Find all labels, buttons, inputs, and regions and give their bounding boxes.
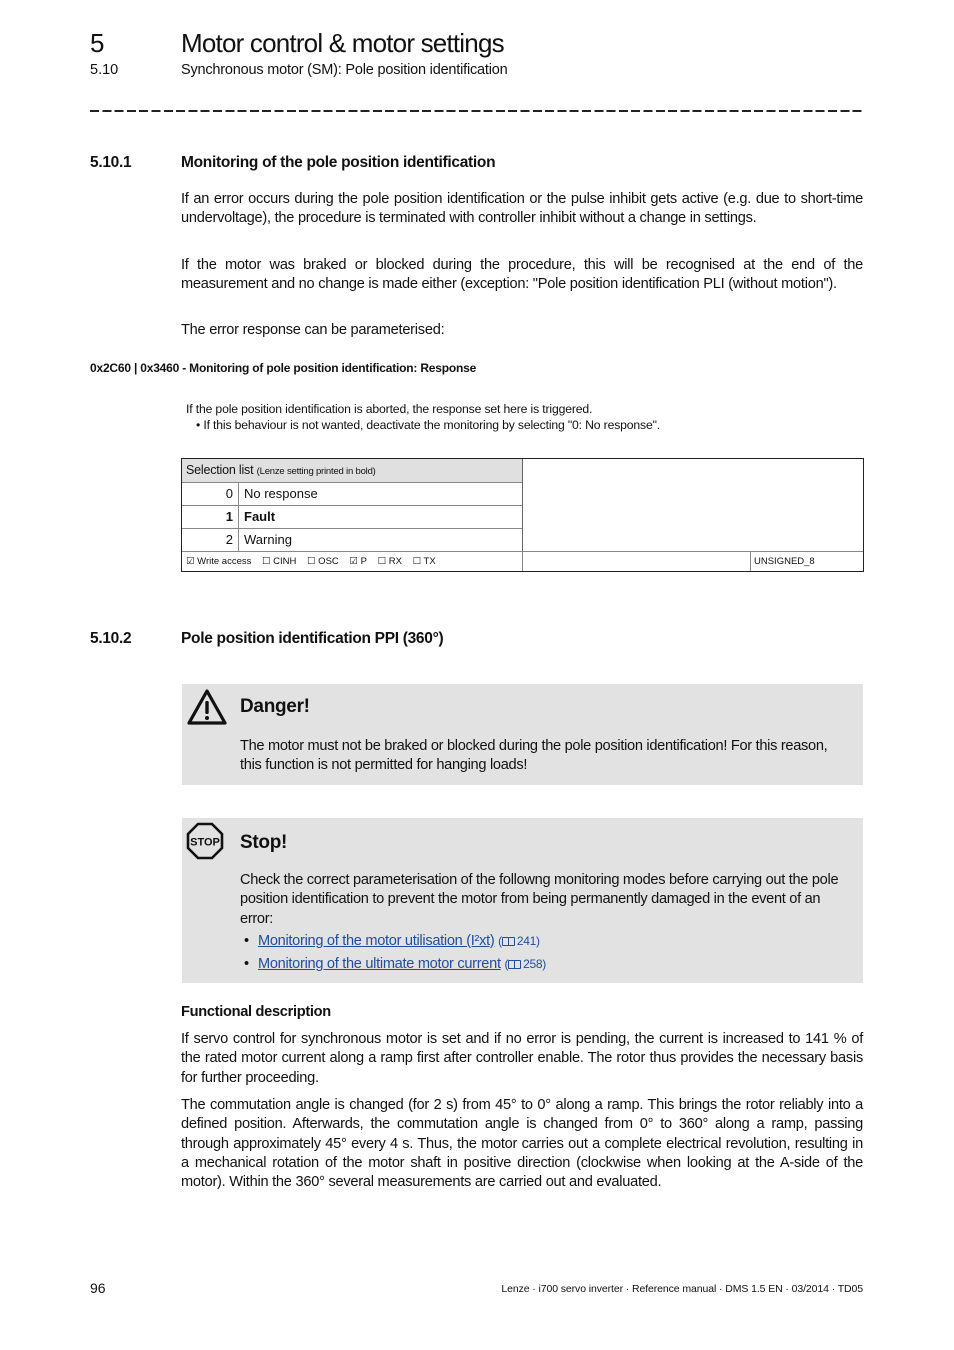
selection-list-title: Selection list xyxy=(186,463,254,477)
list-item: • Monitoring of the motor utilisation (I²… xyxy=(244,930,546,953)
warning-triangle-icon xyxy=(186,688,228,731)
subsection-number: 5.10.1 xyxy=(90,154,132,171)
chapter-number: 5 xyxy=(90,28,104,58)
functional-description-heading: Functional description xyxy=(181,1004,331,1020)
link-motor-utilisation[interactable]: Monitoring of the motor utilisation (I²x… xyxy=(258,933,495,949)
option-value: 1 xyxy=(182,506,239,528)
flag-tx: ☐ TX xyxy=(412,556,436,567)
table-row: 0 No response xyxy=(182,483,522,506)
access-flags: ☑ Write access ☐ CINH ☐ OSC ☑ P ☐ RX ☐ T… xyxy=(186,556,444,567)
book-icon xyxy=(508,960,522,969)
stop-title: Stop! xyxy=(240,832,288,853)
access-flags-row: ☑ Write access ☐ CINH ☐ OSC ☑ P ☐ RX ☐ T… xyxy=(182,551,863,571)
option-value: 0 xyxy=(182,483,239,505)
header-divider xyxy=(90,110,862,112)
parameter-description-bullet: • If this behaviour is not wanted, deact… xyxy=(196,418,661,432)
chapter-title: Motor control & motor settings xyxy=(181,28,505,58)
flag-write-access: ☑ Write access xyxy=(186,556,252,567)
paragraph: If the motor was braked or blocked durin… xyxy=(181,257,863,293)
page-number: 96 xyxy=(90,1280,106,1296)
option-value: 2 xyxy=(182,529,239,551)
section-number: 5.10 xyxy=(90,62,119,78)
selection-list: Selection list (Lenze setting printed in… xyxy=(182,459,523,552)
flag-p: ☑ P xyxy=(349,556,367,567)
data-type: UNSIGNED_8 xyxy=(754,556,815,567)
list-item: • Monitoring of the ultimate motor curren… xyxy=(244,953,546,976)
danger-text: The motor must not be braked or blocked … xyxy=(240,738,828,774)
parameter-heading: 0x2C60 | 0x3460 - Monitoring of pole pos… xyxy=(90,361,477,375)
parameter-description-text: If the pole position identification is a… xyxy=(186,402,593,416)
option-label: Fault xyxy=(244,509,276,524)
page-reference-number: 258 xyxy=(523,957,543,971)
parameter-description: If the pole position identification is a… xyxy=(186,401,660,433)
book-icon xyxy=(501,937,515,946)
section-title: Synchronous motor (SM): Pole position id… xyxy=(181,62,508,78)
flag-rx: ☐ RX xyxy=(377,556,402,567)
paragraph: If an error occurs during the pole posit… xyxy=(181,191,863,227)
option-label: No response xyxy=(244,486,318,501)
cell-divider xyxy=(522,552,523,571)
flag-cinh: ☐ CINH xyxy=(262,556,297,567)
stop-link-list: • Monitoring of the motor utilisation (I²… xyxy=(244,930,546,976)
footer-text: Lenze · i700 servo inverter · Reference … xyxy=(501,1283,863,1295)
danger-title: Danger! xyxy=(240,696,310,717)
option-label: Warning xyxy=(244,532,292,547)
selection-list-note: (Lenze setting printed in bold) xyxy=(256,466,376,477)
table-row: 2 Warning xyxy=(182,529,522,552)
paragraph: The commutation angle is changed (for 2 … xyxy=(181,1097,863,1191)
flag-osc: ☐ OSC xyxy=(307,556,339,567)
bullet: • xyxy=(244,956,249,972)
selection-list-header: Selection list (Lenze setting printed in… xyxy=(182,459,522,483)
page-reference: (241) xyxy=(498,934,540,948)
paragraph: If servo control for synchronous motor i… xyxy=(181,1031,863,1086)
stop-text: Check the correct parameterisation of th… xyxy=(240,872,839,927)
stop-notice: STOP Stop! Check the correct parameteris… xyxy=(182,818,863,983)
parameter-table: Selection list (Lenze setting printed in… xyxy=(181,458,864,572)
page-reference-number: 241 xyxy=(516,934,536,948)
danger-notice: Danger! The motor must not be braked or … xyxy=(182,684,863,785)
bullet: • xyxy=(244,933,249,949)
table-row-default: 1 Fault xyxy=(182,506,522,529)
paragraph: The error response can be parameterised: xyxy=(181,322,445,338)
link-ultimate-motor-current[interactable]: Monitoring of the ultimate motor current xyxy=(258,956,501,972)
page-reference: (258) xyxy=(504,957,546,971)
subsection-title: Pole position identification PPI (360°) xyxy=(181,630,444,647)
stop-sign-icon: STOP xyxy=(186,822,224,865)
subsection-title: Monitoring of the pole position identifi… xyxy=(181,154,496,171)
cell-divider xyxy=(750,552,751,571)
subsection-number: 5.10.2 xyxy=(90,630,132,647)
stop-sign-text: STOP xyxy=(190,837,220,849)
